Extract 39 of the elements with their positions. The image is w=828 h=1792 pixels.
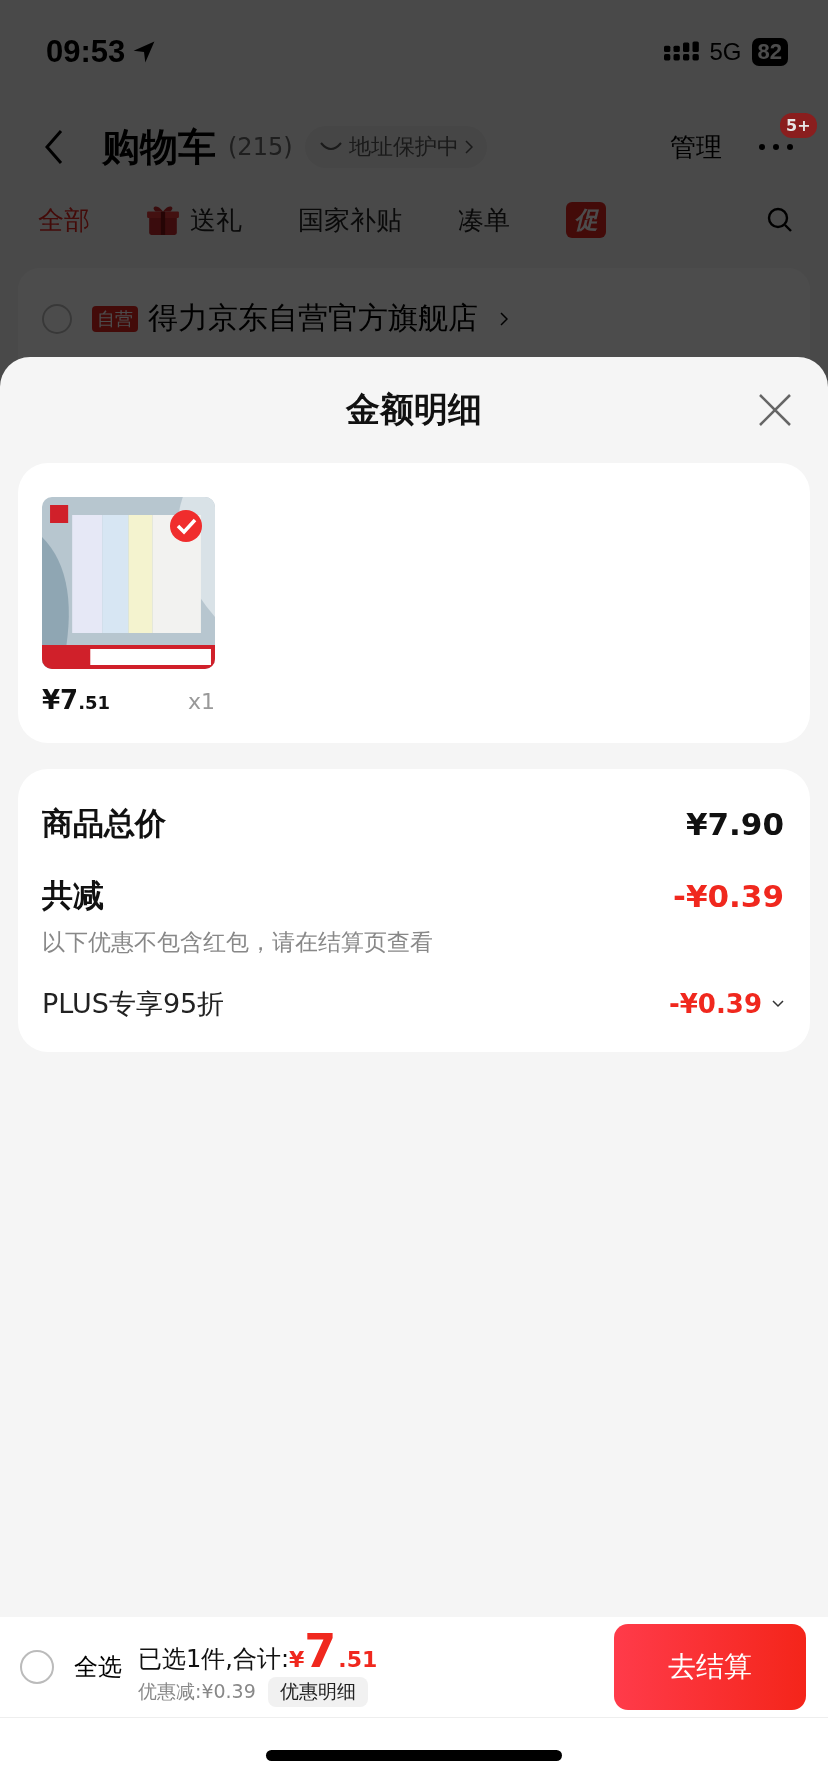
- select-all-label[interactable]: 全选: [74, 1651, 122, 1683]
- total-price-value: ¥7.90: [685, 806, 784, 842]
- total-amount: ¥7.51: [289, 1627, 378, 1674]
- selected-summary: 已选1件,合计:: [138, 1643, 289, 1675]
- back-icon[interactable]: [44, 129, 64, 165]
- total-reduction-label: 共减: [42, 876, 104, 915]
- home-indicator[interactable]: [266, 1749, 562, 1761]
- manage-button[interactable]: 管理: [670, 129, 722, 165]
- battery-indicator: 82: [751, 38, 788, 66]
- clock: 09:53: [46, 34, 126, 70]
- discount-value: -¥0.39: [668, 989, 762, 1019]
- discount-note: 以下优惠不包含红包，请在结算页查看: [42, 928, 434, 957]
- sheet-title: 金额明细: [346, 388, 482, 431]
- checkout-button[interactable]: 去结算: [614, 1624, 806, 1710]
- saving-amount: 优惠减:¥0.39: [138, 1678, 256, 1704]
- chevron-right-icon: [500, 311, 508, 326]
- product-price: ¥7.51: [42, 685, 111, 715]
- network-label: 5G: [709, 38, 742, 66]
- signal-icon: [663, 41, 702, 63]
- tab[interactable]: 凑单: [458, 202, 510, 238]
- total-reduction-value: -¥0.39: [673, 878, 784, 914]
- select-all-checkbox[interactable]: [20, 1650, 54, 1684]
- tab[interactable]: 国家补贴: [298, 202, 402, 238]
- tab[interactable]: 送礼: [146, 202, 242, 238]
- close-icon[interactable]: [758, 393, 792, 427]
- promo-tab[interactable]: 促: [566, 202, 606, 238]
- discount-details-button[interactable]: 优惠明细: [267, 1676, 368, 1707]
- total-price-label: 商品总价: [42, 804, 166, 843]
- more-icon[interactable]: [758, 143, 794, 151]
- self-operated-tag: 自营: [92, 305, 138, 332]
- discount-label: PLUS专享95折: [42, 987, 225, 1021]
- search-icon[interactable]: [766, 206, 794, 234]
- store-name[interactable]: 得力京东自营官方旗舰店: [148, 298, 478, 339]
- chevron-right-icon: [464, 140, 473, 154]
- smile-icon: [318, 141, 343, 153]
- product-quantity: x1: [187, 689, 215, 714]
- chevron-down-icon[interactable]: [772, 1000, 784, 1008]
- page-title: 购物车: [102, 123, 216, 171]
- tab[interactable]: 全部: [38, 202, 90, 238]
